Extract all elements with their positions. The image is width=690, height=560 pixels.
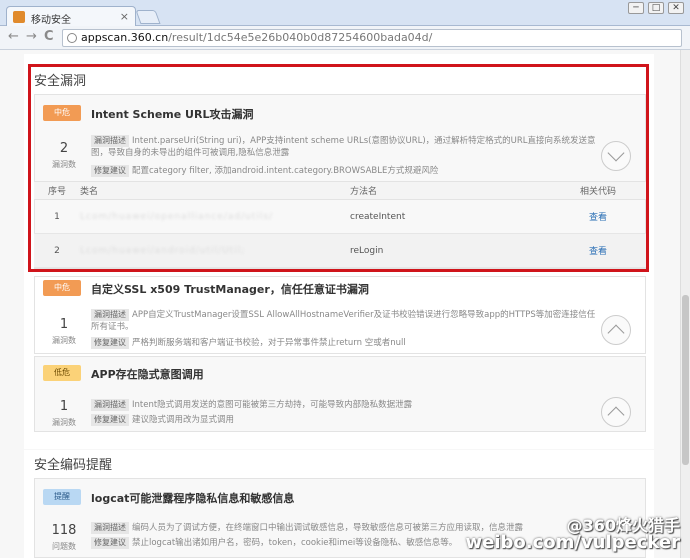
fix-text: 建议隐式调用改为显式调用	[132, 415, 235, 425]
fix-tag: 修复建议	[91, 537, 129, 549]
fix-text: 严格判断服务端和客户端证书校验，对于异常事件禁止return 空或者null	[132, 338, 406, 348]
expand-button[interactable]	[601, 397, 631, 427]
desc-text: APP自定义TrustManager设置SSL AllowAllHostname…	[91, 310, 596, 332]
browser-tab[interactable]: 移动安全 ×	[6, 6, 136, 26]
vuln-fix: 修复建议 建议隐式调用改为显式调用	[91, 414, 601, 426]
reload-icon[interactable]: C	[44, 30, 54, 44]
favicon-icon	[13, 11, 25, 23]
tab-close-icon[interactable]: ×	[120, 10, 129, 23]
vuln-item-implicit-intent[interactable]: 低危 APP存在隐式意图调用 1 漏洞数 漏洞描述 Intent隐式调用发送的意图…	[34, 356, 646, 432]
severity-badge: 中危	[43, 280, 81, 296]
section-title-coding: 安全编码提醒	[34, 458, 113, 473]
url-host: appscan.360.cn	[81, 31, 169, 44]
url-path: /result/1dc54e5e26b040b0d87254600bada04d…	[168, 31, 433, 44]
chevron-up-icon	[607, 406, 625, 424]
scrollbar-thumb[interactable]	[682, 295, 689, 465]
back-icon[interactable]: ←	[8, 30, 19, 44]
desc-tag: 漏洞描述	[91, 309, 129, 321]
vuln-title: 自定义SSL x509 TrustManager，信任任意证书漏洞	[91, 283, 369, 296]
address-bar[interactable]: appscan.360.cn/result/1dc54e5e26b040b0d8…	[62, 29, 682, 47]
desc-text: Intent隐式调用发送的意图可能被第三方劫持，可能导致内部隐私数据泄露	[132, 400, 413, 410]
watermark-weibo-url: weibo.com/vulpecker	[465, 532, 680, 553]
vuln-desc: 漏洞描述 Intent隐式调用发送的意图可能被第三方劫持，可能导致内部隐私数据泄露	[91, 399, 601, 411]
severity-badge: 提醒	[43, 489, 81, 505]
tab-title: 移动安全	[31, 15, 71, 26]
vuln-count: 1	[59, 317, 69, 332]
vuln-desc: 漏洞描述 APP自定义TrustManager设置SSL AllowAllHost…	[91, 309, 601, 333]
fix-tag: 修复建议	[91, 337, 129, 349]
vuln-fix: 修复建议 严格判断服务端和客户端证书校验，对于异常事件禁止return 空或者nu…	[91, 337, 601, 349]
new-tab-button[interactable]	[135, 10, 161, 24]
severity-badge: 低危	[43, 365, 81, 381]
globe-icon	[67, 33, 77, 43]
vuln-item-ssl-trustmanager[interactable]: 中危 自定义SSL x509 TrustManager，信任任意证书漏洞 1 漏…	[34, 276, 646, 354]
vuln-count: 1	[59, 399, 69, 414]
close-window-icon[interactable]: ✕	[668, 2, 684, 14]
issue-count: 118	[51, 523, 77, 538]
vuln-count-label: 漏洞数	[52, 418, 76, 427]
desc-tag: 漏洞描述	[91, 522, 129, 534]
maximize-icon[interactable]: □	[648, 2, 664, 14]
fix-tag: 修复建议	[91, 414, 129, 426]
highlight-box	[28, 64, 649, 272]
vuln-count-label: 漏洞数	[52, 336, 76, 345]
fix-text: 禁止logcat输出诸如用户名，密码，token，cookie和imei等设备隐…	[132, 538, 458, 548]
forward-icon[interactable]: →	[26, 30, 37, 44]
window-controls: ─ □ ✕	[628, 2, 684, 14]
minimize-icon[interactable]: ─	[628, 2, 644, 14]
desc-tag: 漏洞描述	[91, 399, 129, 411]
coding-title: logcat可能泄露程序隐私信息和敏感信息	[91, 492, 295, 505]
browser-toolbar: ← → C appscan.360.cn/result/1dc54e5e26b0…	[0, 26, 690, 50]
vertical-scrollbar[interactable]	[680, 50, 690, 558]
expand-button[interactable]	[601, 315, 631, 345]
chevron-up-icon	[607, 324, 625, 342]
tab-bar: 移动安全 × ─ □ ✕	[0, 0, 690, 26]
page-content: 安全漏洞 中危 Intent Scheme URL攻击漏洞 2 漏洞数 漏洞描述…	[0, 50, 690, 560]
vuln-title: APP存在隐式意图调用	[91, 368, 204, 381]
issue-count-label: 问题数	[52, 542, 76, 551]
